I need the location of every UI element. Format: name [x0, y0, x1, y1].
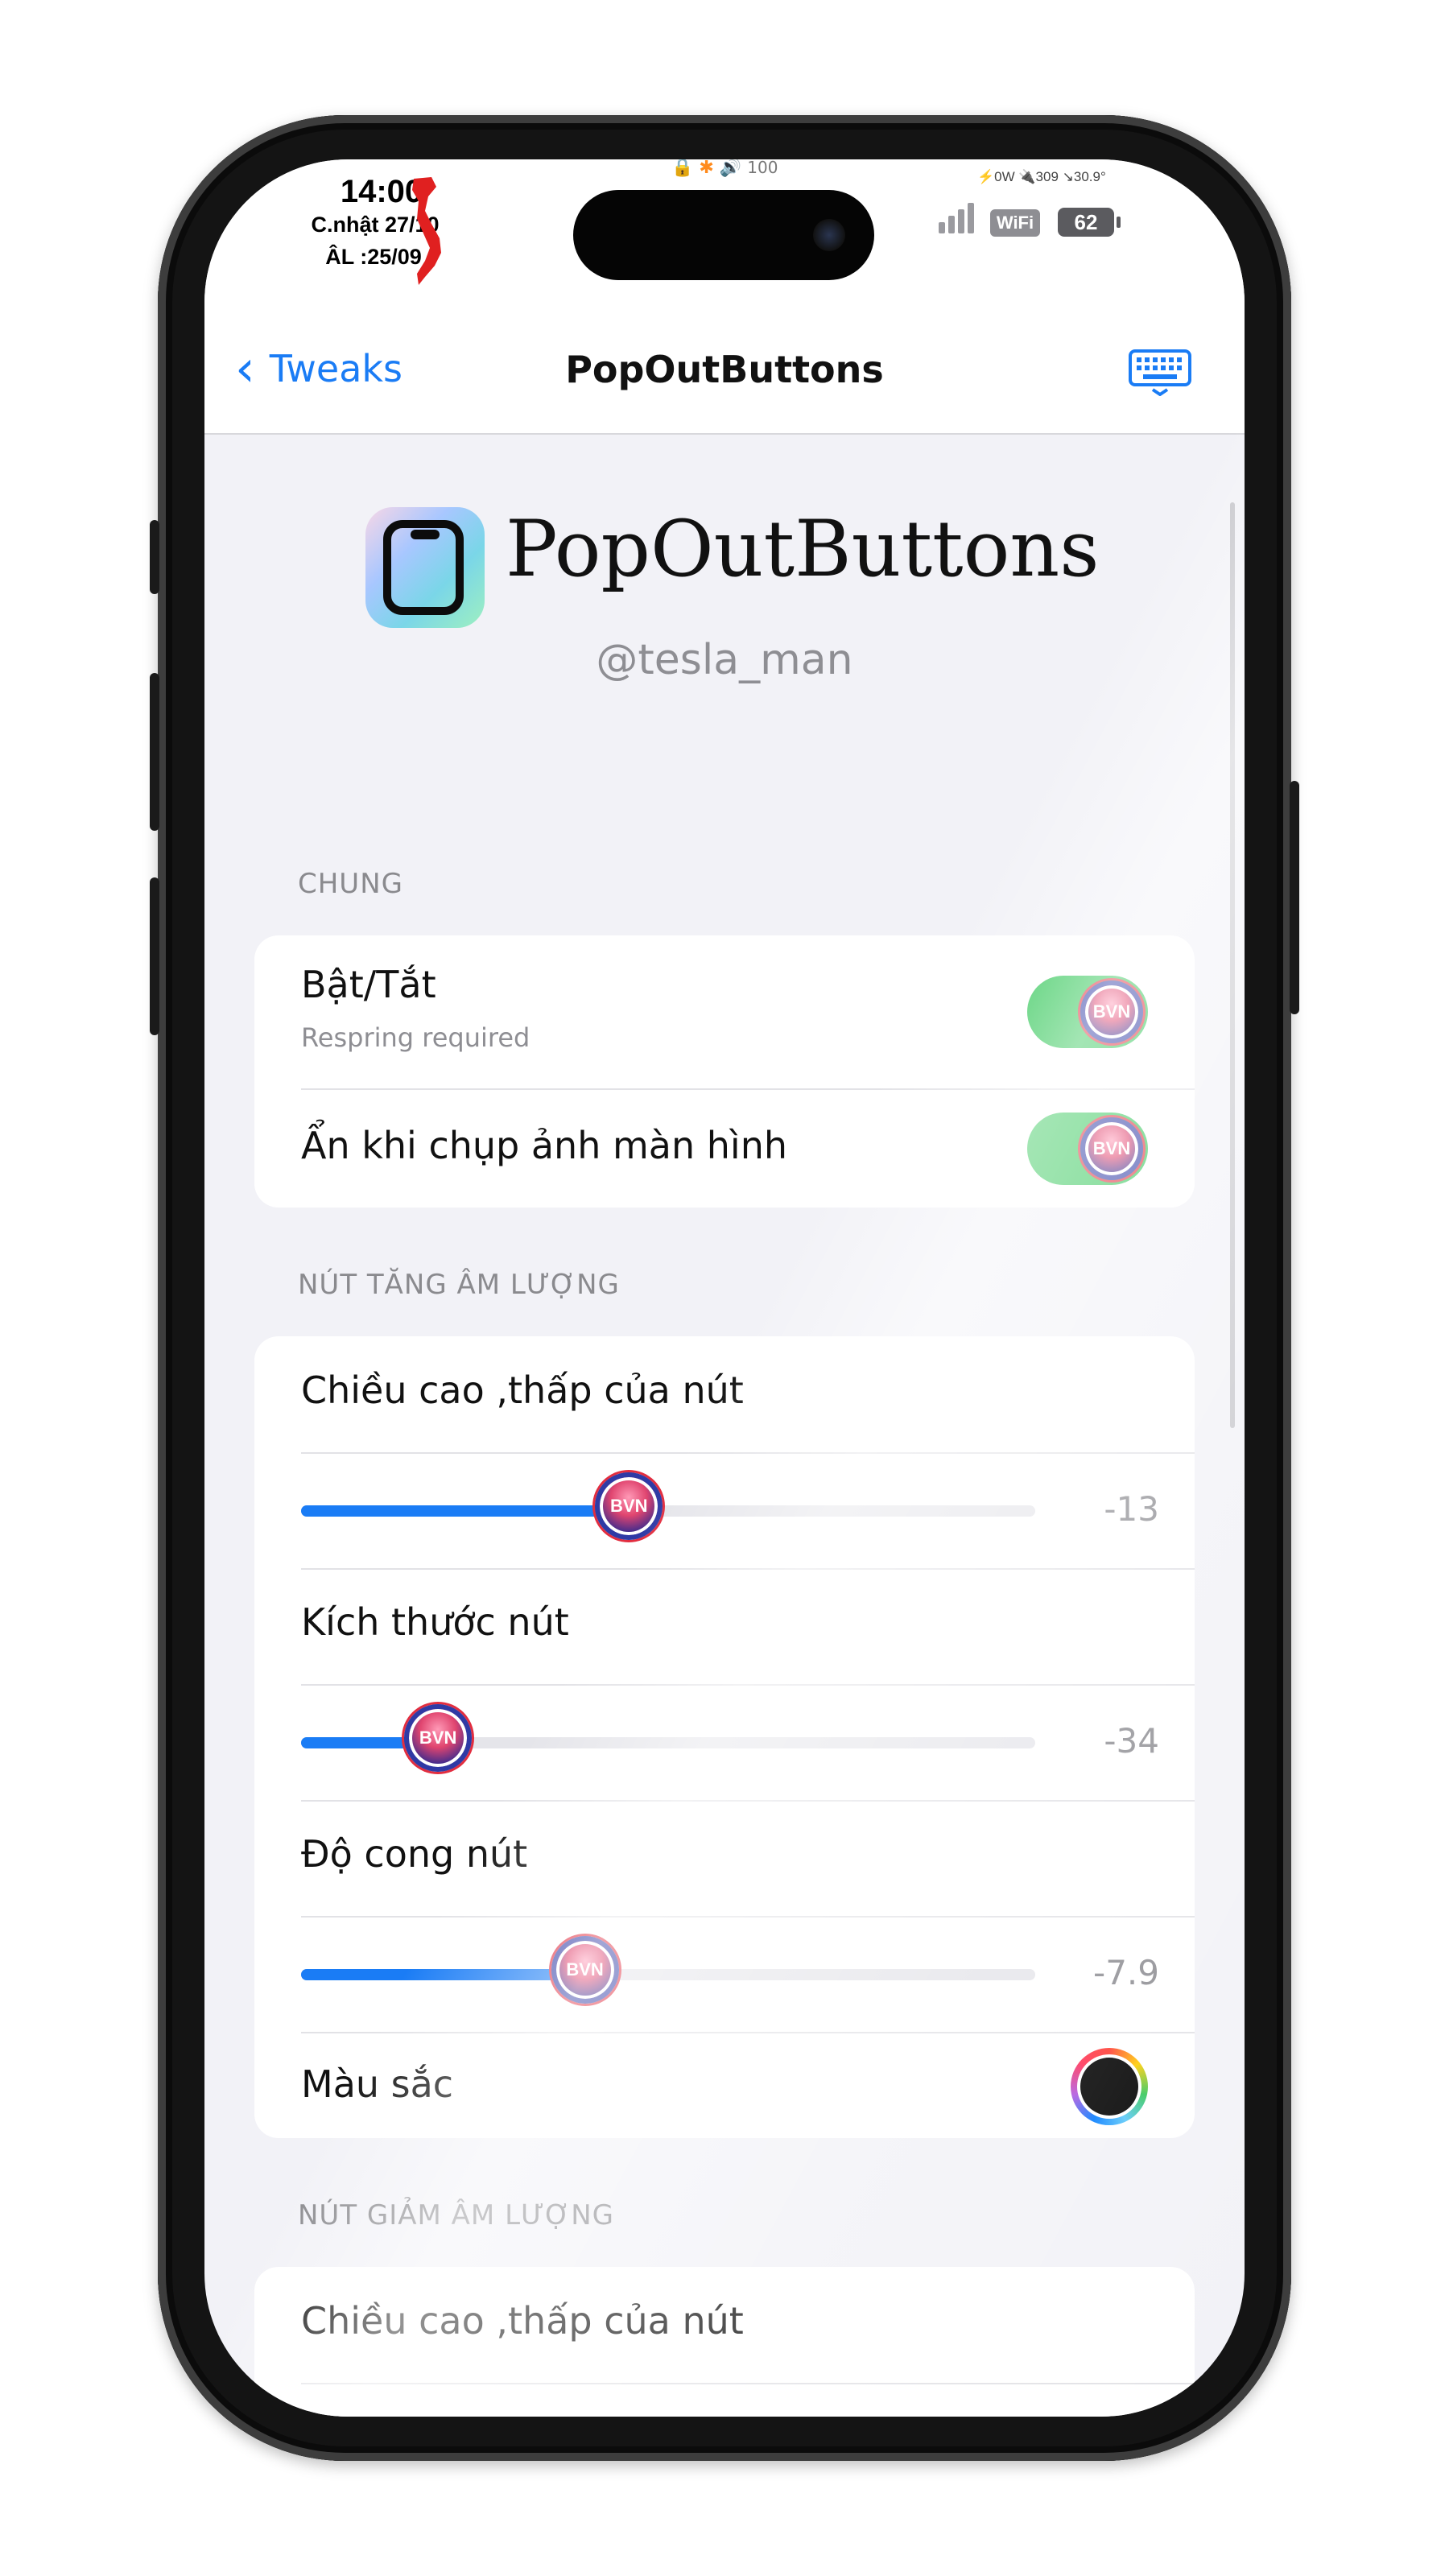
enable-subtitle: Respring required	[301, 1022, 530, 1053]
enable-row[interactable]: Bật/Tắt Respring required BVN	[254, 935, 1195, 1088]
power-button	[1290, 781, 1299, 1014]
back-button[interactable]: ‹ Tweaks	[235, 339, 402, 398]
volume-up-card: Chiều cao ,thấp của nút BVN -13 Kích thư…	[254, 1336, 1195, 2138]
size-label: Kích thước nút	[301, 1600, 569, 1644]
size-label-row: Kích thước nút	[254, 1570, 1195, 1684]
color-label: Màu sắc	[301, 2062, 454, 2106]
hide-screenshot-toggle[interactable]: BVN	[1027, 1113, 1148, 1185]
corner-value: -7.9	[1093, 1953, 1159, 1992]
camera-icon	[813, 219, 845, 251]
corner-label: Độ cong nút	[301, 1832, 528, 1876]
dynamic-island	[573, 190, 874, 280]
height-label-row: Chiều cao ,thấp của nút	[254, 1336, 1195, 1452]
height-value: -13	[1104, 1489, 1159, 1529]
chevron-left-icon: ‹	[235, 339, 255, 398]
hide-screenshot-row[interactable]: Ẩn khi chụp ảnh màn hình BVN	[254, 1090, 1195, 1208]
volume-up-button	[150, 673, 159, 831]
slider-thumb[interactable]: BVN	[551, 1936, 619, 2004]
app-name: PopOutButtons	[506, 504, 1100, 594]
height-label: Chiều cao ,thấp của nút	[301, 2299, 744, 2343]
section-title-general: CHUNG	[298, 868, 403, 900]
bvn-badge-icon: BVN	[1080, 1117, 1143, 1180]
size-slider-row: BVN -34	[254, 1686, 1195, 1800]
height-label: Chiều cao ,thấp của nút	[301, 1368, 744, 1412]
speaker-icon: 🔊	[719, 159, 742, 178]
corner-slider-row: BVN -7.9	[254, 1918, 1195, 2032]
bvn-badge-icon: BVN	[1080, 980, 1143, 1043]
wifi-icon: WiFi	[990, 209, 1040, 237]
stats-line: ⚡0W 🔌309 ↘30.9°	[977, 169, 1106, 184]
phone-screen: 14:00 C.nhật 27/10 ÂL :25/09 🔒 ✱ 🔊 100 ⚡…	[204, 159, 1245, 2417]
size-slider[interactable]: BVN	[301, 1704, 1035, 1772]
color-swatch	[1080, 2058, 1138, 2116]
page-title: PopOutButtons	[565, 348, 884, 391]
enable-toggle[interactable]: BVN	[1027, 976, 1148, 1048]
color-row[interactable]: Màu sắc	[254, 2033, 1195, 2138]
height-slider-row: BVN -13	[254, 1454, 1195, 1568]
status-indicators: 🔒 ✱ 🔊 100	[671, 159, 778, 178]
keyboard-icon[interactable]	[1129, 349, 1191, 396]
color-picker-well[interactable]	[1071, 2048, 1148, 2125]
volume-down-card: Chiều cao ,thấp của nút	[254, 2267, 1195, 2417]
slider-fill	[301, 1505, 625, 1517]
corner-slider[interactable]: BVN	[301, 1936, 1035, 2004]
section-title-volume-down: NÚT GIẢM ÂM LƯỢNG	[298, 2199, 615, 2231]
back-label: Tweaks	[269, 347, 402, 390]
corner-label-row: Độ cong nút	[254, 1802, 1195, 1916]
size-value: -34	[1104, 1721, 1159, 1761]
vietnam-map-icon	[412, 177, 441, 285]
status-bar: 14:00 C.nhật 27/10 ÂL :25/09 🔒 ✱ 🔊 100 ⚡…	[204, 159, 1245, 312]
app-icon	[365, 507, 485, 628]
island-pill-icon	[411, 530, 440, 539]
section-title-volume-up: NÚT TĂNG ÂM LƯỢNG	[298, 1269, 620, 1301]
battery-icon: 62	[1058, 208, 1121, 237]
height-label-row: Chiều cao ,thấp của nút	[254, 2267, 1195, 2383]
slider-thumb[interactable]: BVN	[595, 1472, 663, 1540]
general-card: Bật/Tắt Respring required BVN Ẩn khi chụ…	[254, 935, 1195, 1208]
signal-icon	[939, 203, 977, 233]
lock-icon: 🔒	[671, 159, 694, 178]
hide-screenshot-label: Ẩn khi chụp ảnh màn hình	[301, 1124, 787, 1167]
slider-thumb[interactable]: BVN	[404, 1704, 473, 1772]
enable-label: Bật/Tắt	[301, 963, 436, 1006]
volume-down-button	[150, 877, 159, 1035]
height-slider[interactable]: BVN	[301, 1472, 1035, 1540]
bluetooth-icon: ✱	[699, 159, 714, 178]
indicator-value: 100	[747, 159, 778, 177]
slider-fill	[301, 1969, 580, 1980]
divider	[301, 2383, 1195, 2384]
navigation-bar: ‹ Tweaks PopOutButtons	[204, 312, 1245, 435]
action-button	[150, 520, 159, 594]
author-handle: @tesla_man	[596, 636, 853, 684]
